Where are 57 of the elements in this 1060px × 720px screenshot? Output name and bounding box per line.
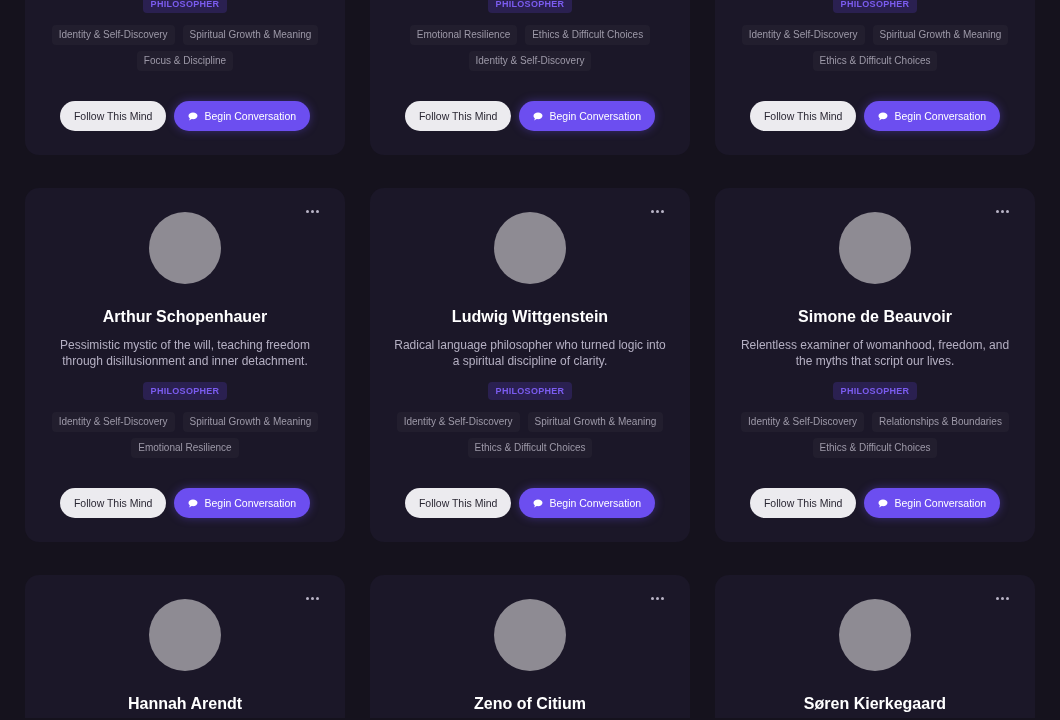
conversation-button[interactable]: Begin Conversation [519, 488, 656, 518]
topic-tag[interactable]: Ethics & Difficult Choices [812, 51, 938, 71]
role-badge: PHILOSOPHER [832, 382, 918, 400]
topic-tag[interactable]: Emotional Resilience [409, 25, 518, 45]
conversation-button[interactable]: Begin Conversation [519, 101, 656, 131]
topic-tag[interactable]: Ethics & Difficult Choices [525, 25, 651, 45]
profile-name: Søren Kierkegaard [803, 694, 947, 714]
profile-name: Hannah Arendt [127, 694, 243, 714]
role-badge: PHILOSOPHER [142, 0, 228, 13]
follow-button[interactable]: Follow This Mind [749, 488, 857, 518]
profile-description: Pessimistic mystic of the will, teaching freedom through disillusionment and inner detachment. [58, 337, 312, 369]
topic-tag[interactable]: Focus & Discipline [136, 51, 234, 71]
topic-tag[interactable]: Spiritual Growth & Meaning [182, 412, 319, 432]
topic-tag[interactable]: Spiritual Growth & Meaning [527, 412, 664, 432]
more-icon[interactable] [996, 208, 1009, 215]
topic-tag[interactable]: Identity & Self-Discovery [396, 412, 520, 432]
follow-button[interactable]: Follow This Mind [59, 101, 167, 131]
conversation-button[interactable]: Begin Conversation [174, 101, 311, 131]
topic-tag[interactable]: Ethics & Difficult Choices [467, 438, 593, 458]
chat-bubble-icon [878, 498, 889, 508]
role-badge: PHILOSOPHER [487, 382, 573, 400]
topic-tag[interactable]: Relationships & Boundaries [872, 412, 1009, 432]
profile-name: Arthur Schopenhauer [102, 307, 268, 327]
more-icon[interactable] [996, 595, 1009, 602]
follow-button[interactable]: Follow This Mind [404, 488, 512, 518]
topic-tag[interactable]: Identity & Self-Discovery [741, 25, 865, 45]
profile-description: Radical language philosopher who turned logic into a spiritual discipline of clarity. [393, 337, 667, 369]
chat-bubble-icon [533, 111, 544, 121]
topic-tag[interactable]: Emotional Resilience [131, 438, 239, 458]
more-icon[interactable] [651, 595, 664, 602]
role-badge: PHILOSOPHER [832, 0, 918, 13]
follow-button[interactable]: Follow This Mind [404, 101, 512, 131]
chat-bubble-icon [188, 111, 199, 121]
topic-tag[interactable]: Identity & Self-Discovery [741, 412, 865, 432]
role-badge: PHILOSOPHER [142, 382, 228, 400]
topic-tag[interactable]: Spiritual Growth & Meaning [182, 25, 319, 45]
chat-bubble-icon [188, 498, 199, 508]
topic-tag[interactable]: Identity & Self-Discovery [468, 51, 592, 71]
more-icon[interactable] [306, 208, 319, 215]
conversation-button[interactable]: Begin Conversation [864, 101, 1001, 131]
profile-description: Relentless examiner of womanhood, freedom, and the myths that script our lives. [739, 337, 1011, 369]
conversation-button[interactable]: Begin Conversation [174, 488, 311, 518]
topic-tag[interactable]: Identity & Self-Discovery [51, 412, 175, 432]
chat-bubble-icon [533, 498, 544, 508]
topic-tag[interactable]: Ethics & Difficult Choices [812, 438, 938, 458]
chat-bubble-icon [878, 111, 889, 121]
profile-name: Ludwig Wittgenstein [451, 307, 609, 327]
more-icon[interactable] [306, 595, 319, 602]
follow-button[interactable]: Follow This Mind [749, 101, 857, 131]
topic-tag[interactable]: Identity & Self-Discovery [51, 25, 175, 45]
profile-name: Zeno of Citium [474, 694, 586, 714]
follow-button[interactable]: Follow This Mind [59, 488, 167, 518]
topic-tag[interactable]: Spiritual Growth & Meaning [872, 25, 1009, 45]
profile-name: Simone de Beauvoir [798, 307, 952, 327]
conversation-button[interactable]: Begin Conversation [864, 488, 1001, 518]
role-badge: PHILOSOPHER [487, 0, 573, 13]
more-icon[interactable] [651, 208, 664, 215]
